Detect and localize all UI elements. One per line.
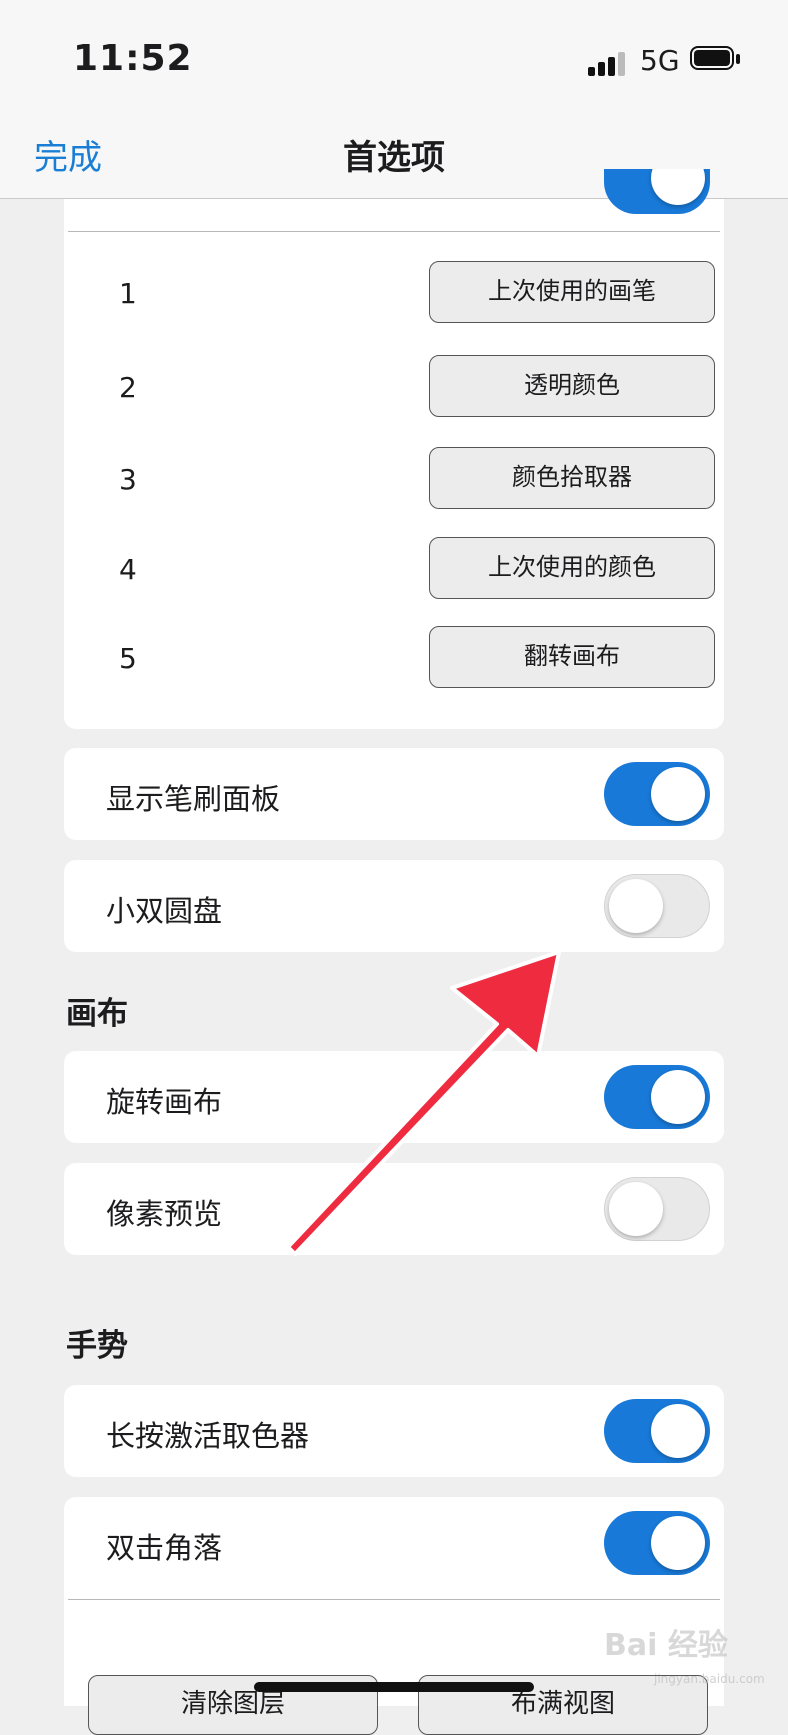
- baidu-watermark-url: jingyan.baidu.com: [654, 1672, 765, 1686]
- shortcut-action-button[interactable]: 翻转画布: [429, 626, 715, 688]
- long-press-picker-toggle[interactable]: [604, 1399, 710, 1463]
- divider: [68, 231, 720, 232]
- shortcut-action-button[interactable]: 上次使用的颜色: [429, 537, 715, 599]
- shortcut-number: 2: [119, 371, 137, 404]
- rotate-canvas-label: 旋转画布: [106, 1085, 223, 1119]
- canvas-section-header: 画布: [66, 996, 128, 1032]
- partial-toggle[interactable]: [604, 169, 710, 214]
- divider: [68, 1599, 720, 1600]
- double-tap-corner-card: 双击角落 清除图层 布满视图: [64, 1497, 724, 1735]
- rotate-canvas-toggle[interactable]: [604, 1065, 710, 1129]
- shortcut-action-button[interactable]: 颜色拾取器: [429, 447, 715, 509]
- pixel-preview-label: 像素预览: [106, 1197, 223, 1231]
- shortcut-number: 1: [119, 277, 137, 310]
- shortcut-number: 3: [119, 463, 137, 496]
- cellular-signal-icon: [588, 50, 628, 76]
- double-tap-corner-label: 双击角落: [106, 1531, 223, 1565]
- pixel-preview-row: 像素预览: [64, 1163, 724, 1255]
- shortcut-action-button[interactable]: 上次使用的画笔: [429, 261, 715, 323]
- small-double-dial-toggle[interactable]: [604, 874, 710, 938]
- double-tap-corner-toggle[interactable]: [604, 1511, 710, 1575]
- long-press-picker-label: 长按激活取色器: [106, 1419, 310, 1453]
- network-type: 5G: [640, 44, 680, 77]
- home-indicator[interactable]: [254, 1682, 534, 1692]
- small-double-dial-row: 小双圆盘: [64, 860, 724, 952]
- shortcut-card: 1 上次使用的画笔 2 透明颜色 3 颜色拾取器 4 上次使用的颜色 5 翻转画…: [64, 169, 724, 729]
- baidu-watermark: Bai 经验: [604, 1628, 728, 1663]
- shortcut-number: 4: [119, 553, 137, 586]
- long-press-picker-row: 长按激活取色器: [64, 1385, 724, 1477]
- rotate-canvas-row: 旋转画布: [64, 1051, 724, 1143]
- show-brush-panel-label: 显示笔刷面板: [106, 782, 281, 816]
- show-brush-panel-row: 显示笔刷面板: [64, 748, 724, 840]
- gesture-section-header: 手势: [66, 1328, 128, 1364]
- status-bar: 11:52 5G: [0, 0, 788, 110]
- small-double-dial-label: 小双圆盘: [106, 894, 223, 928]
- status-time: 11:52: [73, 38, 193, 79]
- battery-icon: [690, 46, 742, 74]
- shortcut-number: 5: [119, 642, 137, 675]
- shortcut-action-button[interactable]: 透明颜色: [429, 355, 715, 417]
- show-brush-panel-toggle[interactable]: [604, 762, 710, 826]
- pixel-preview-toggle[interactable]: [604, 1177, 710, 1241]
